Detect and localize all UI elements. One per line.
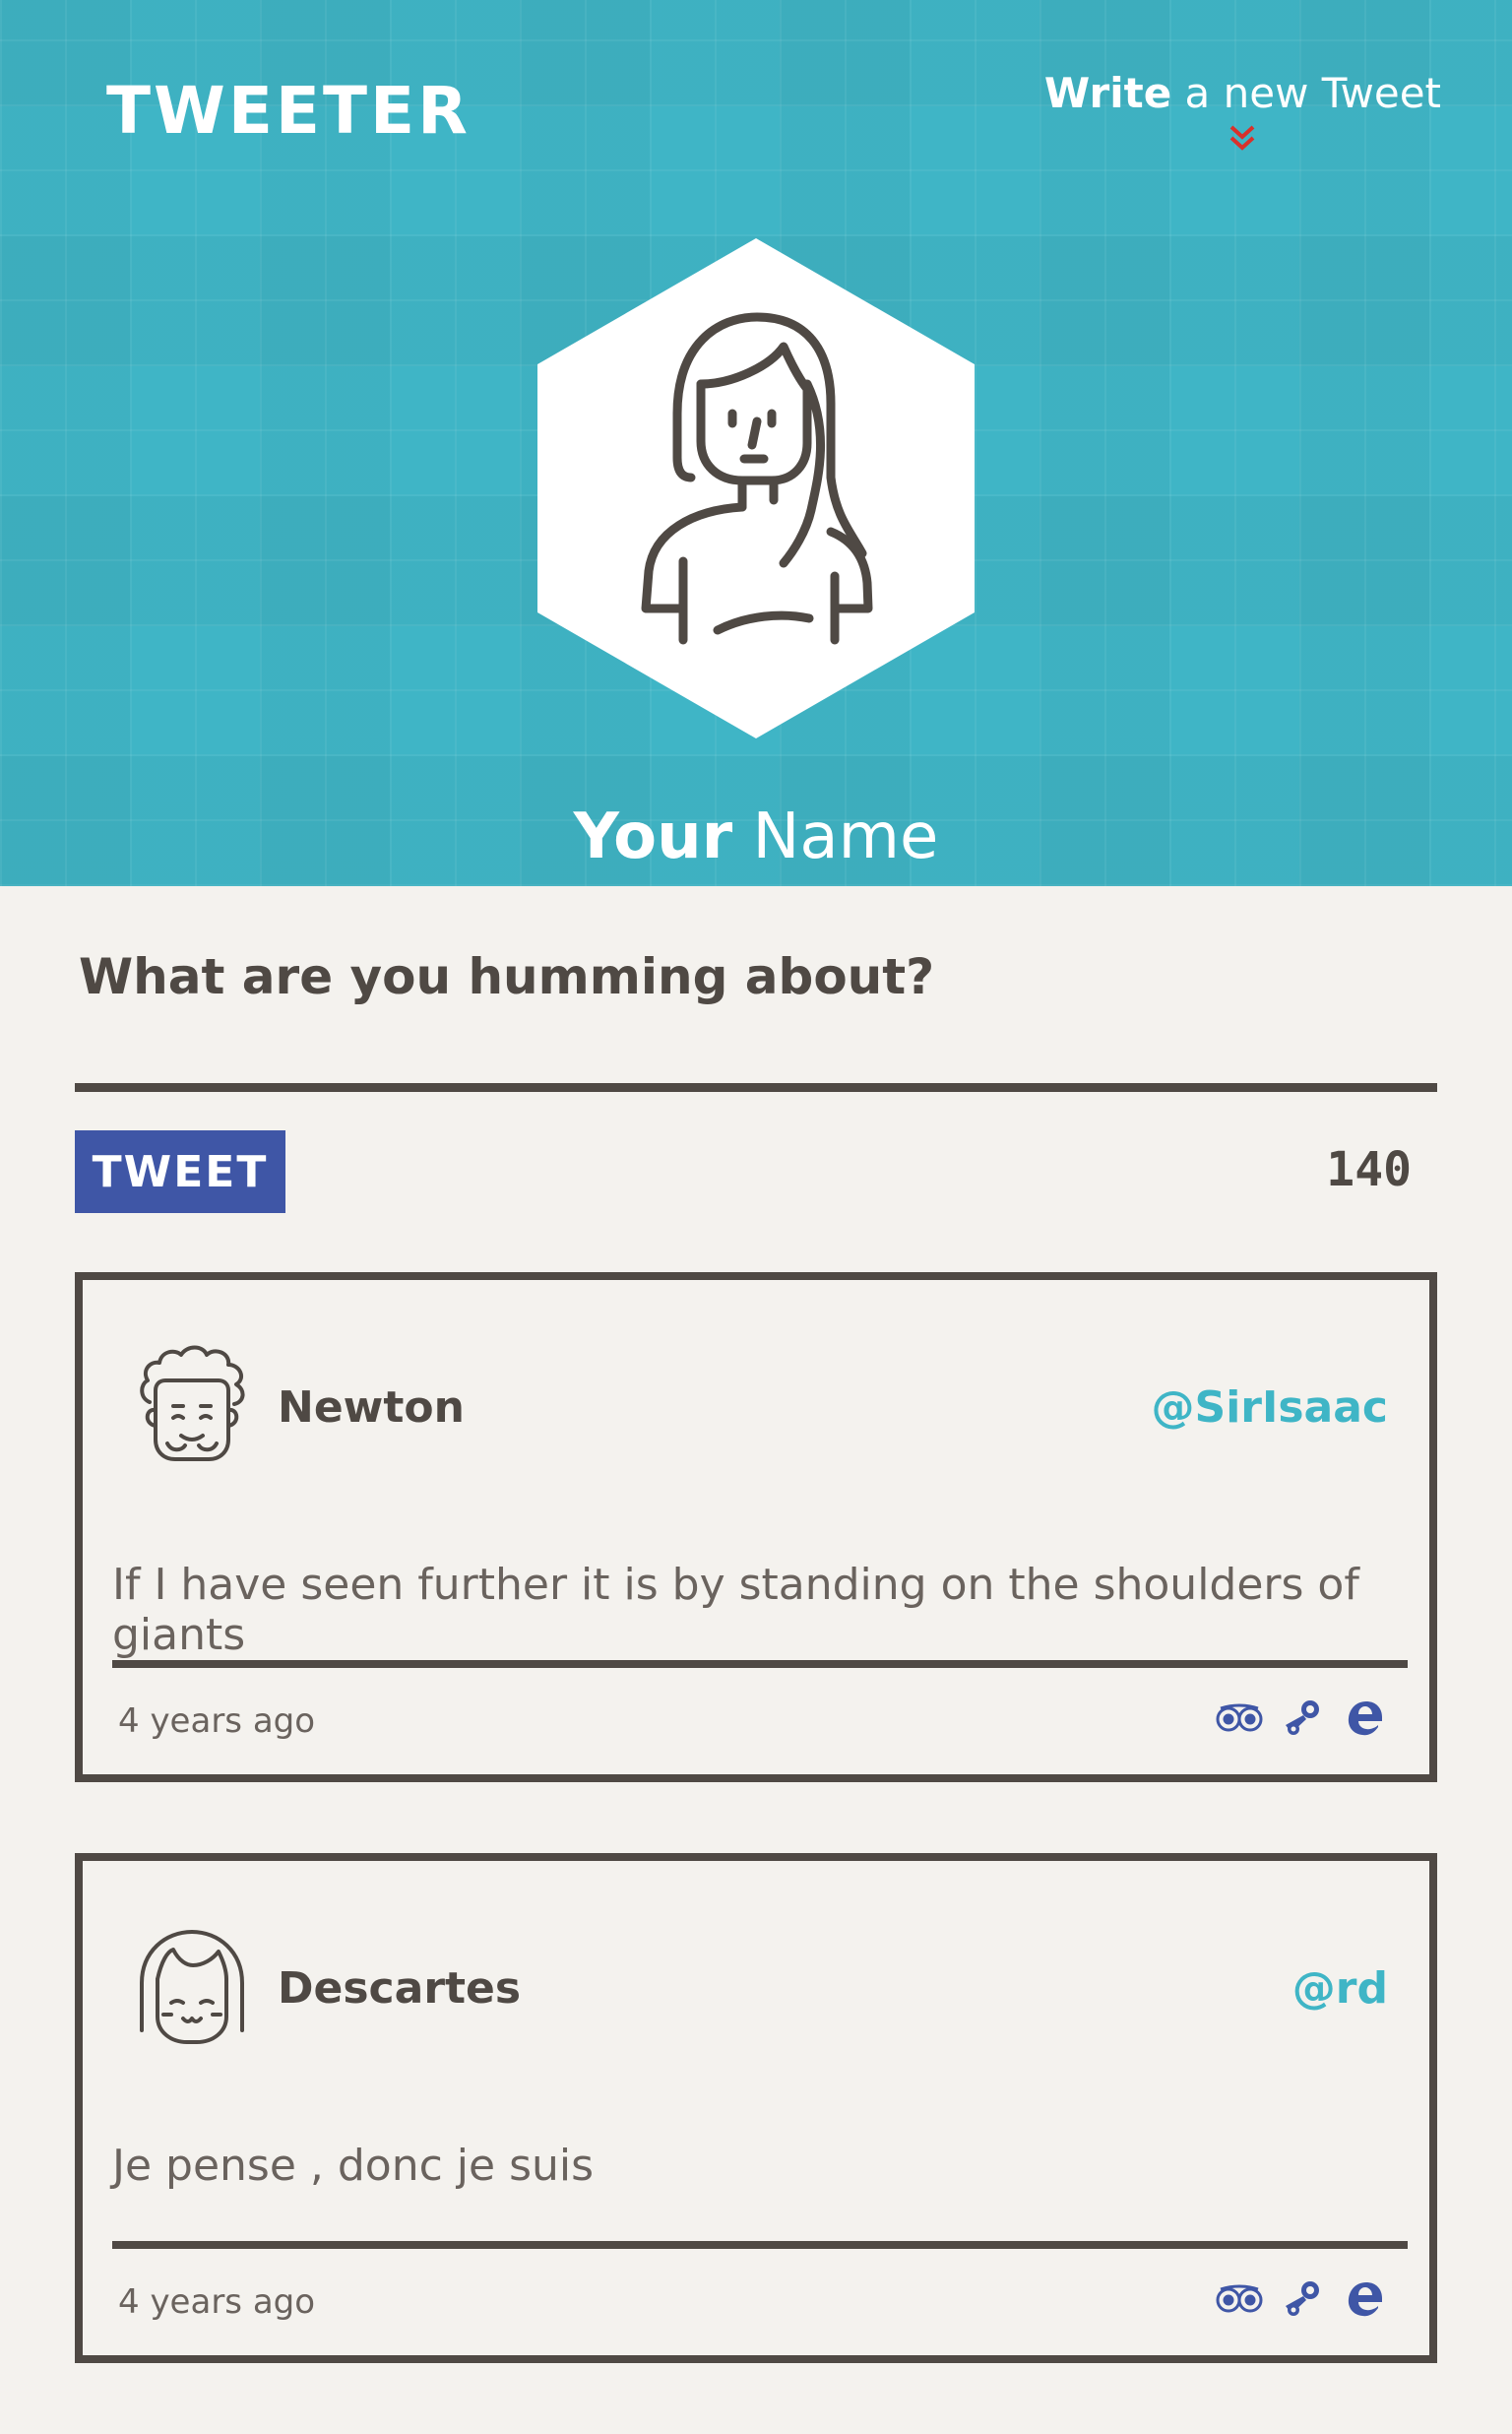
- tweet-divider: [112, 1660, 1408, 1668]
- user-avatar-icon: [140, 1930, 244, 2044]
- compose-input[interactable]: What are you humming about?: [79, 947, 934, 1006]
- tweet-card: Descartes @rd Je pense , donc je suis 4 …: [75, 1853, 1437, 2363]
- double-chevron-down-icon: [1230, 125, 1255, 151]
- steam-icon[interactable]: [1278, 1694, 1327, 1743]
- character-counter: 140: [1326, 1142, 1412, 1197]
- tweet-user-name[interactable]: Descartes: [278, 1963, 521, 2014]
- profile-last-name: Name: [752, 801, 939, 873]
- edge-icon[interactable]: [1341, 2274, 1390, 2324]
- tweet-content: Je pense , donc je suis: [112, 2141, 595, 2191]
- tweet-content: If I have seen further it is by standing…: [112, 1560, 1359, 1660]
- profile-first-name: Your: [573, 801, 733, 873]
- tweet-divider: [112, 2241, 1408, 2249]
- tweet-user-handle[interactable]: @SirIsaac: [1152, 1382, 1389, 1433]
- write-label-strong: Write: [1043, 69, 1172, 117]
- tweet-timestamp: 4 years ago: [118, 1701, 316, 1741]
- profile-header: TWEETER Write a new Tweet Your Name: [0, 0, 1512, 886]
- compose-underline: [75, 1083, 1437, 1092]
- steam-icon[interactable]: [1278, 2274, 1327, 2324]
- user-avatar-icon: [140, 1345, 245, 1461]
- write-label-light: a new Tweet: [1184, 69, 1441, 117]
- owl-icon[interactable]: [1215, 2274, 1264, 2324]
- tweet-user-name[interactable]: Newton: [278, 1382, 465, 1433]
- tweet-button[interactable]: TWEET: [75, 1130, 285, 1213]
- profile-avatar: [537, 238, 975, 738]
- profile-name: Your Name: [0, 805, 1512, 868]
- write-new-tweet-link[interactable]: Write a new Tweet: [1043, 69, 1441, 156]
- tweet-actions: [1215, 2274, 1390, 2324]
- edge-icon[interactable]: [1341, 1694, 1390, 1743]
- tweet-timestamp: 4 years ago: [118, 2282, 316, 2322]
- tweet-card: Newton @SirIsaac If I have seen further …: [75, 1272, 1437, 1782]
- app-logo[interactable]: TWEETER: [106, 79, 471, 144]
- owl-icon[interactable]: [1215, 1694, 1264, 1743]
- tweet-actions: [1215, 1694, 1390, 1743]
- tweet-user-handle[interactable]: @rd: [1292, 1963, 1388, 2014]
